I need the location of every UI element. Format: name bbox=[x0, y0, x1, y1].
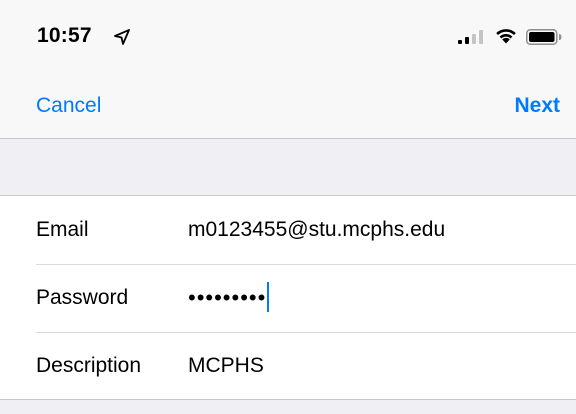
password-row[interactable]: Password ••••••••• bbox=[0, 264, 576, 332]
status-bar: 10:57 bbox=[0, 0, 576, 80]
email-field[interactable]: m0123455@stu.mcphs.edu bbox=[188, 196, 445, 264]
location-arrow-icon bbox=[114, 29, 130, 45]
description-row[interactable]: Description MCPHS bbox=[0, 332, 576, 400]
section-spacer bbox=[0, 139, 576, 195]
description-field[interactable]: MCPHS bbox=[188, 332, 264, 400]
password-value: ••••••••• bbox=[188, 285, 267, 310]
email-row[interactable]: Email m0123455@stu.mcphs.edu bbox=[0, 196, 576, 264]
cancel-button[interactable]: Cancel bbox=[36, 94, 101, 118]
status-time: 10:57 bbox=[37, 24, 92, 47]
navigation-bar: Cancel Next bbox=[0, 80, 576, 139]
bottom-section-spacer bbox=[0, 399, 576, 414]
add-account-screen: 10:57 Cancel Next Email m0123455@stu.mcp bbox=[0, 0, 576, 414]
wifi-icon bbox=[496, 29, 516, 44]
password-label: Password bbox=[36, 286, 129, 309]
next-button[interactable]: Next bbox=[514, 94, 560, 118]
email-label: Email bbox=[36, 218, 89, 241]
description-label: Description bbox=[36, 354, 142, 377]
account-form: Email m0123455@stu.mcphs.edu Password ••… bbox=[0, 195, 576, 400]
password-field[interactable]: ••••••••• bbox=[188, 264, 270, 333]
cellular-signal-icon bbox=[458, 30, 483, 44]
battery-icon bbox=[526, 29, 562, 45]
text-cursor bbox=[267, 282, 270, 313]
